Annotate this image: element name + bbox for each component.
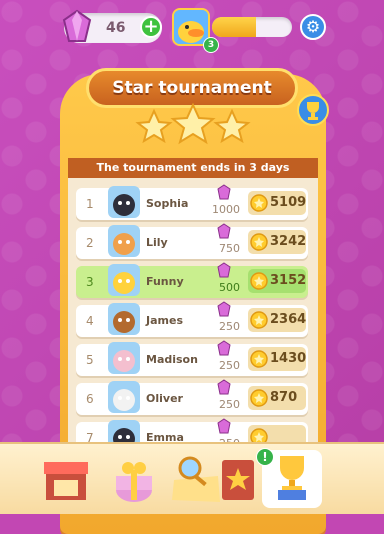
rank-number: 3: [86, 275, 94, 289]
player-score: 5109: [270, 195, 307, 210]
leaderboard-row[interactable]: 4 James 250 2364: [76, 301, 308, 337]
leaderboard-row[interactable]: 2 Lily 750 3242: [76, 223, 308, 259]
notification-badge: !: [256, 448, 274, 466]
score-box: 1430: [248, 347, 306, 371]
leaderboard-row[interactable]: 6 Oliver 250 870: [76, 379, 308, 415]
xp-progress-fill: [212, 17, 256, 37]
tournament-ends-text: The tournament ends in 3 days: [68, 158, 318, 178]
gem-icon: [217, 301, 231, 317]
player-gems: 750: [219, 242, 240, 255]
yellow-duck-icon: [108, 264, 140, 296]
player-gems: 500: [219, 281, 240, 294]
bottom-nav: [0, 442, 384, 514]
stars-icon: [135, 103, 251, 145]
pink-pig-icon: [108, 342, 140, 374]
gem-icon: [217, 262, 231, 278]
nav-shop[interactable]: [36, 450, 96, 508]
white-goat-icon: [108, 381, 140, 413]
gem-icon: [62, 9, 92, 42]
leaderboard-row[interactable]: 3 Funny 500 3152: [76, 262, 308, 298]
score-box: 3152: [248, 269, 306, 293]
brown-cow-icon: [108, 303, 140, 335]
gem-icon: [217, 223, 231, 239]
tournament-title: Star tournament: [86, 68, 298, 108]
player-avatar: [108, 225, 140, 257]
player-avatar: [108, 186, 140, 218]
player-gems: 250: [219, 320, 240, 333]
nav-gift[interactable]: [104, 450, 164, 508]
shiba-dog-icon: [108, 225, 140, 257]
gem-icon: [217, 340, 231, 356]
player-name: Sophia: [146, 197, 189, 210]
player-score: 3152: [270, 273, 307, 288]
player-avatar: [108, 303, 140, 335]
rank-number: 1: [86, 197, 94, 211]
player-score: 2364: [270, 312, 307, 327]
leaderboard-row[interactable]: 5 Madison 250 1430: [76, 340, 308, 376]
gem-icon: [217, 184, 231, 200]
score-box: 5109: [248, 191, 306, 215]
player-gems: 250: [219, 398, 240, 411]
duck-avatar-icon: [174, 10, 208, 44]
xp-progress-bar: [212, 17, 292, 37]
coin-icon: [250, 350, 268, 368]
gift-icon: [116, 462, 152, 502]
player-avatar: [108, 264, 140, 296]
player-gems: 250: [219, 359, 240, 372]
player-score: 870: [270, 390, 298, 405]
player-name: Lily: [146, 236, 168, 249]
score-box: 870: [248, 386, 306, 410]
player-gems: 1000: [212, 203, 240, 216]
trophy-icon: [307, 102, 319, 120]
add-gems-button[interactable]: +: [140, 16, 162, 38]
black-cat-icon: [108, 186, 140, 218]
player-score: 3242: [270, 234, 307, 249]
coin-icon: [250, 233, 268, 251]
rank-number: 6: [86, 392, 94, 406]
coin-icon: [250, 389, 268, 407]
player-score: 1430: [270, 351, 307, 366]
gem-icon: [217, 418, 231, 434]
score-box: 2364: [248, 308, 306, 332]
trophy-info-button[interactable]: [297, 94, 329, 126]
gear-icon: ⚙: [305, 17, 321, 36]
player-avatar: [108, 381, 140, 413]
player-name: Madison: [146, 353, 198, 366]
coin-icon: [250, 194, 268, 212]
player-avatar: [108, 342, 140, 374]
player-name: Funny: [146, 275, 184, 288]
score-box: 3242: [248, 230, 306, 254]
shop-icon: [44, 462, 88, 500]
level-badge: 3: [203, 37, 219, 53]
player-name: Oliver: [146, 392, 183, 405]
gem-icon: [217, 379, 231, 395]
gem-count: 46: [106, 20, 126, 36]
rank-number: 4: [86, 314, 94, 328]
rank-number: 2: [86, 236, 94, 250]
player-name: James: [146, 314, 183, 327]
leaderboard-row[interactable]: 1 Sophia 1000 5109: [76, 184, 308, 220]
coin-icon: [250, 272, 268, 290]
settings-button[interactable]: ⚙: [300, 14, 326, 40]
rank-number: 5: [86, 353, 94, 367]
coin-icon: [250, 311, 268, 329]
